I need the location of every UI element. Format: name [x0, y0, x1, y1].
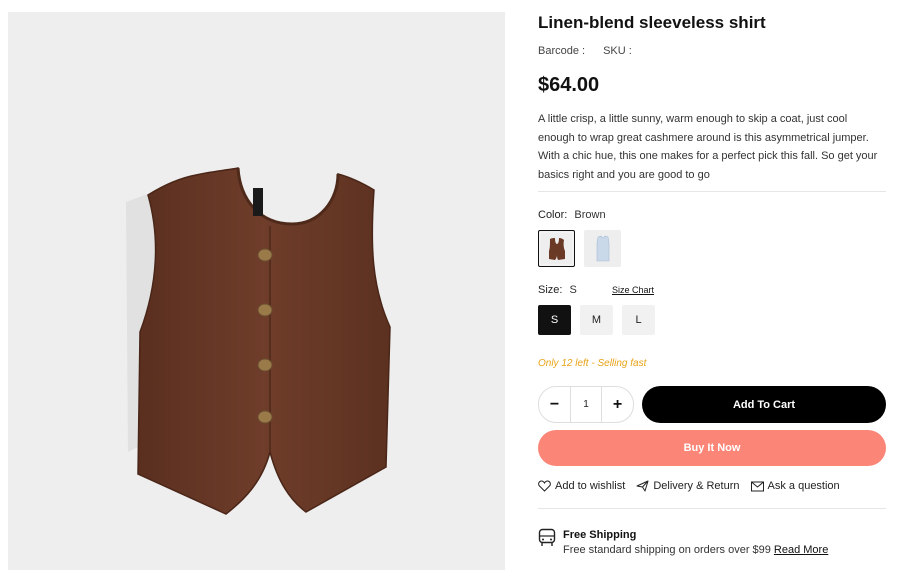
quantity-decrease-button[interactable]: − — [539, 387, 570, 422]
buy-now-button[interactable]: Buy It Now — [538, 430, 886, 466]
size-option-s[interactable]: S — [538, 305, 571, 335]
size-selected-value: S — [569, 284, 577, 296]
divider — [538, 191, 886, 192]
envelope-icon — [750, 481, 764, 491]
question-label: Ask a question — [767, 480, 840, 492]
size-label-text: Size: — [538, 284, 563, 296]
size-chart-link[interactable]: Size Chart — [612, 285, 654, 295]
shirt-thumbnail-icon — [596, 235, 609, 261]
delivery-return-link[interactable]: Delivery & Return — [636, 480, 740, 492]
size-label: Size: S — [538, 284, 577, 296]
size-option-m[interactable]: M — [580, 305, 613, 335]
quantity-input[interactable]: 1 — [570, 387, 602, 422]
ask-question-link[interactable]: Ask a question — [750, 480, 840, 492]
product-title: Linen-blend sleeveless shirt — [538, 13, 766, 32]
swatch-brown-thumbnail — [541, 233, 572, 264]
stock-notice: Only 12 left - Selling fast — [538, 358, 647, 369]
color-selected-value: Brown — [574, 209, 606, 221]
wishlist-link[interactable]: Add to wishlist — [538, 480, 625, 492]
color-swatch-light-blue[interactable] — [584, 230, 621, 267]
vest-thumbnail-icon — [548, 237, 565, 260]
product-description: A little crisp, a little sunny, warm eno… — [538, 113, 878, 181]
color-label: Color: Brown — [538, 209, 606, 221]
color-label-text: Color: — [538, 209, 568, 221]
heart-icon — [538, 480, 551, 492]
shipping-text: Free standard shipping on orders over $9… — [563, 544, 828, 556]
vest-illustration — [126, 167, 391, 515]
delivery-label: Delivery & Return — [653, 480, 740, 492]
color-swatch-brown[interactable] — [538, 230, 575, 267]
add-to-cart-button[interactable]: Add To Cart — [642, 386, 886, 423]
size-option-l[interactable]: L — [622, 305, 655, 335]
paper-plane-icon — [636, 480, 649, 492]
product-price: $64.00 — [538, 74, 600, 96]
read-more-link[interactable]: Read More — [774, 544, 828, 556]
shipping-description: Free standard shipping on orders over $9… — [563, 544, 771, 556]
swatch-blue-thumbnail — [584, 230, 621, 267]
wishlist-label: Add to wishlist — [555, 480, 626, 492]
sku-label: SKU : — [603, 45, 632, 57]
barcode-label: Barcode : — [538, 45, 586, 57]
divider — [538, 508, 886, 509]
bus-icon — [538, 528, 556, 546]
quantity-increase-button[interactable]: + — [602, 387, 633, 422]
quantity-stepper: − 1 + — [538, 386, 634, 423]
product-image[interactable] — [8, 12, 505, 570]
shipping-title: Free Shipping — [563, 529, 637, 541]
product-meta: Barcode : SKU : — [538, 45, 632, 57]
product-actions-links: Add to wishlist Delivery & Return Ask a … — [538, 480, 840, 492]
